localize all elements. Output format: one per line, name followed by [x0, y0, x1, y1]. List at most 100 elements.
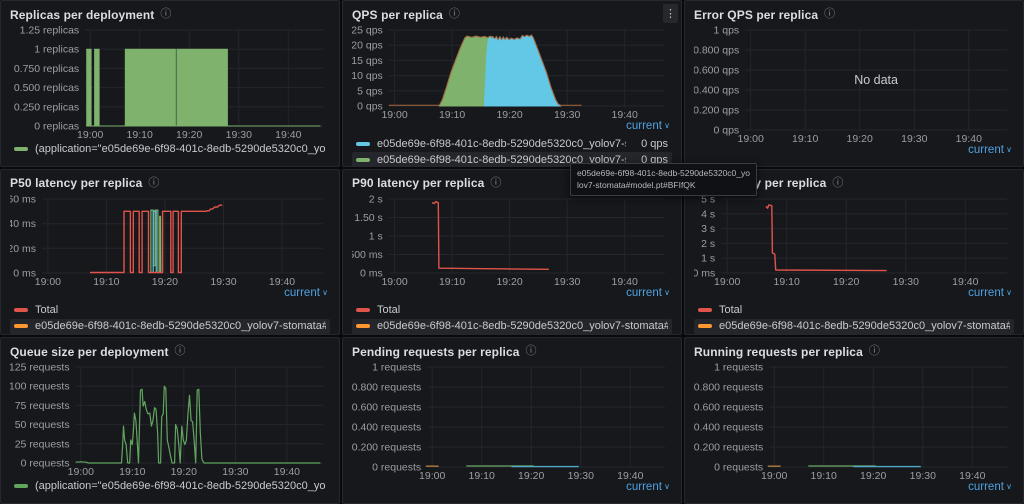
legend-item[interactable]: (application="e05de69e-6f98-401c-8edb-52…	[10, 478, 330, 493]
svg-text:19:00: 19:00	[761, 470, 787, 481]
svg-text:19:40: 19:40	[959, 470, 985, 481]
series-tooltip: e05de69e-6f98-401c-8edb-5290de5320c0_yo …	[570, 163, 757, 196]
panel-menu-icon[interactable]: ⋮	[663, 4, 678, 23]
svg-text:0 requests: 0 requests	[372, 462, 421, 474]
panel-header[interactable]: Running requests per replica ⓘ	[694, 342, 1014, 361]
chevron-down-icon: ∨	[661, 121, 670, 130]
svg-text:1 replicas: 1 replicas	[34, 44, 79, 56]
legend-item[interactable]: (application="e05de69e-6f98-401c-8edb-52…	[10, 141, 330, 156]
panel-footer: (application="e05de69e-6f98-401c-8edb-52…	[10, 140, 330, 156]
chart-p50-latency-per-replica[interactable]: 60 ms 40 ms 20 ms 0 ms19:00 19:10 19:20 19:30 1…	[10, 193, 328, 287]
panel-footer: current ∨	[352, 481, 672, 496]
current-dropdown[interactable]: current ∨	[626, 120, 670, 134]
svg-text:20 ms: 20 ms	[10, 242, 36, 254]
svg-text:19:30: 19:30	[226, 129, 252, 140]
chart-queue-size-per-deployment[interactable]: 125 requests 100 requests 75 requests 50 re…	[10, 361, 328, 477]
panel-header[interactable]: Pending requests per replica ⓘ	[352, 342, 672, 361]
chart-pending-requests-per-replica[interactable]: 1 requests 0.800 requests 0.600 requests 0.…	[352, 361, 670, 481]
svg-text:19:00: 19:00	[714, 276, 740, 287]
info-icon[interactable]: ⓘ	[148, 177, 159, 189]
svg-text:19:20: 19:20	[833, 276, 859, 287]
svg-text:1 requests: 1 requests	[372, 362, 421, 374]
svg-text:19:10: 19:10	[127, 129, 153, 140]
info-icon[interactable]: ⓘ	[160, 9, 171, 20]
panel-title: Error QPS per replica	[694, 7, 819, 22]
svg-text:19:20: 19:20	[847, 133, 873, 144]
svg-text:19:00: 19:00	[738, 133, 764, 144]
panel-pending-requests-per-replica: Pending requests per replica ⓘ 1 request…	[342, 337, 682, 504]
svg-text:60 ms: 60 ms	[10, 193, 36, 205]
chart-replicas-per-deployment[interactable]: 1.25 replicas 1 replicas 0.750 replicas 0.5…	[10, 24, 328, 140]
chart-p99-latency-per-replica[interactable]: 5 s4 s3 s2 s1 s0 ms19:00 19:10 19:20 19:30 1…	[694, 193, 1012, 287]
svg-text:0.800 qps: 0.800 qps	[694, 45, 739, 57]
svg-text:0 ms: 0 ms	[13, 267, 36, 279]
svg-text:0 replicas: 0 replicas	[34, 121, 79, 133]
panel-header[interactable]: QPS per replica ⓘ	[352, 5, 672, 24]
legend-item[interactable]: Total	[352, 303, 672, 318]
panel-footer: current ∨	[694, 481, 1014, 496]
svg-text:1 requests: 1 requests	[714, 362, 763, 374]
svg-text:1.25 replicas: 1.25 replicas	[20, 25, 80, 37]
panel-running-requests-per-replica: Running requests per replica ⓘ 1 request…	[684, 337, 1024, 504]
legend-item[interactable]: e05de69e-6f98-401c-8edb-5290de5320c0_yol…	[352, 318, 672, 334]
svg-text:19:30: 19:30	[893, 276, 919, 287]
current-dropdown[interactable]: current ∨	[626, 481, 670, 495]
svg-text:0.400 requests: 0.400 requests	[352, 422, 421, 434]
svg-text:19:40: 19:40	[275, 129, 301, 140]
svg-text:19:40: 19:40	[612, 109, 638, 120]
info-icon[interactable]: ⓘ	[490, 177, 501, 189]
info-icon[interactable]: ⓘ	[869, 346, 880, 357]
tooltip-line-1: e05de69e-6f98-401c-8edb-5290de5320c0_yo	[577, 168, 750, 178]
panel-title: QPS per replica	[352, 7, 443, 22]
legend-swatch	[698, 324, 712, 329]
chevron-down-icon: ∨	[661, 287, 670, 297]
chart-p90-latency-per-replica[interactable]: 2 s 1.50 s 1 s 500 ms 0 ms19:00 19:10 19:20 19:…	[352, 193, 670, 287]
info-icon[interactable]: ⓘ	[449, 9, 460, 20]
panel-header[interactable]: Queue size per deployment ⓘ	[10, 342, 330, 361]
chart-running-requests-per-replica[interactable]: 1 requests 0.800 requests 0.600 requests 0.…	[694, 361, 1012, 481]
svg-text:0.600 requests: 0.600 requests	[694, 402, 763, 414]
info-icon[interactable]: ⓘ	[832, 177, 843, 189]
svg-text:0.800 requests: 0.800 requests	[352, 382, 421, 394]
svg-text:19:00: 19:00	[419, 470, 445, 481]
svg-text:500 ms: 500 ms	[352, 249, 383, 261]
svg-text:0.400 requests: 0.400 requests	[694, 422, 763, 434]
svg-text:40 ms: 40 ms	[10, 218, 36, 230]
panel-header[interactable]: Replicas per deployment ⓘ	[10, 5, 330, 24]
legend-item[interactable]: e05de69e-6f98-401c-8edb-5290de5320c0_yol…	[10, 318, 330, 334]
svg-text:10 qps: 10 qps	[352, 70, 383, 82]
svg-text:19:10: 19:10	[439, 276, 465, 287]
panel-footer: current ∨ Total e05de69e-6f98-401c-8edb-52…	[694, 287, 1014, 334]
svg-text:1 qps: 1 qps	[714, 25, 740, 37]
chart-qps-per-replica[interactable]: 25 qps 20 qps 15 qps 10 qps 5 qps 0 qps19:00 1…	[352, 24, 670, 120]
panel-header[interactable]: P50 latency per replica ⓘ	[10, 174, 330, 193]
current-dropdown[interactable]: current ∨	[968, 287, 1012, 301]
info-icon[interactable]: ⓘ	[526, 346, 537, 357]
legend-item[interactable]: e05de69e-6f98-401c-8edb-5290de5320c0_yol…	[694, 318, 1014, 334]
svg-text:2 s: 2 s	[701, 238, 715, 250]
panel-header[interactable]: Error QPS per replica ⓘ	[694, 5, 1014, 24]
current-dropdown[interactable]: current ∨	[968, 144, 1012, 158]
current-dropdown[interactable]: current ∨	[626, 287, 670, 301]
chart-error-qps-per-replica[interactable]: 1 qps 0.800 qps 0.600 qps 0.400 qps 0.200 qp…	[694, 24, 1012, 144]
chevron-down-icon: ∨	[1003, 145, 1012, 154]
svg-text:20 qps: 20 qps	[352, 40, 383, 52]
svg-text:19:00: 19:00	[381, 276, 407, 287]
svg-text:19:40: 19:40	[269, 276, 295, 287]
svg-text:19:40: 19:40	[612, 276, 638, 287]
legend-item[interactable]: Total	[10, 303, 330, 318]
legend-item[interactable]: e05de69e-6f98-401c-8edb-5290de5320c0_yol…	[352, 136, 672, 151]
legend-swatch	[356, 308, 370, 313]
legend-swatch	[356, 324, 370, 329]
info-icon[interactable]: ⓘ	[824, 9, 835, 20]
svg-text:0.400 qps: 0.400 qps	[694, 85, 739, 97]
svg-text:25 requests: 25 requests	[15, 439, 70, 451]
info-icon[interactable]: ⓘ	[175, 346, 186, 357]
panel-footer: current ∨ Total e05de69e-6f98-401c-8edb-52…	[10, 287, 330, 334]
legend-label: Total	[35, 304, 59, 317]
svg-text:19:00: 19:00	[68, 466, 94, 477]
current-dropdown[interactable]: current ∨	[284, 287, 328, 301]
current-dropdown[interactable]: current ∨	[968, 481, 1012, 495]
legend-item[interactable]: Total	[694, 303, 1014, 318]
svg-text:0.200 qps: 0.200 qps	[694, 105, 739, 117]
